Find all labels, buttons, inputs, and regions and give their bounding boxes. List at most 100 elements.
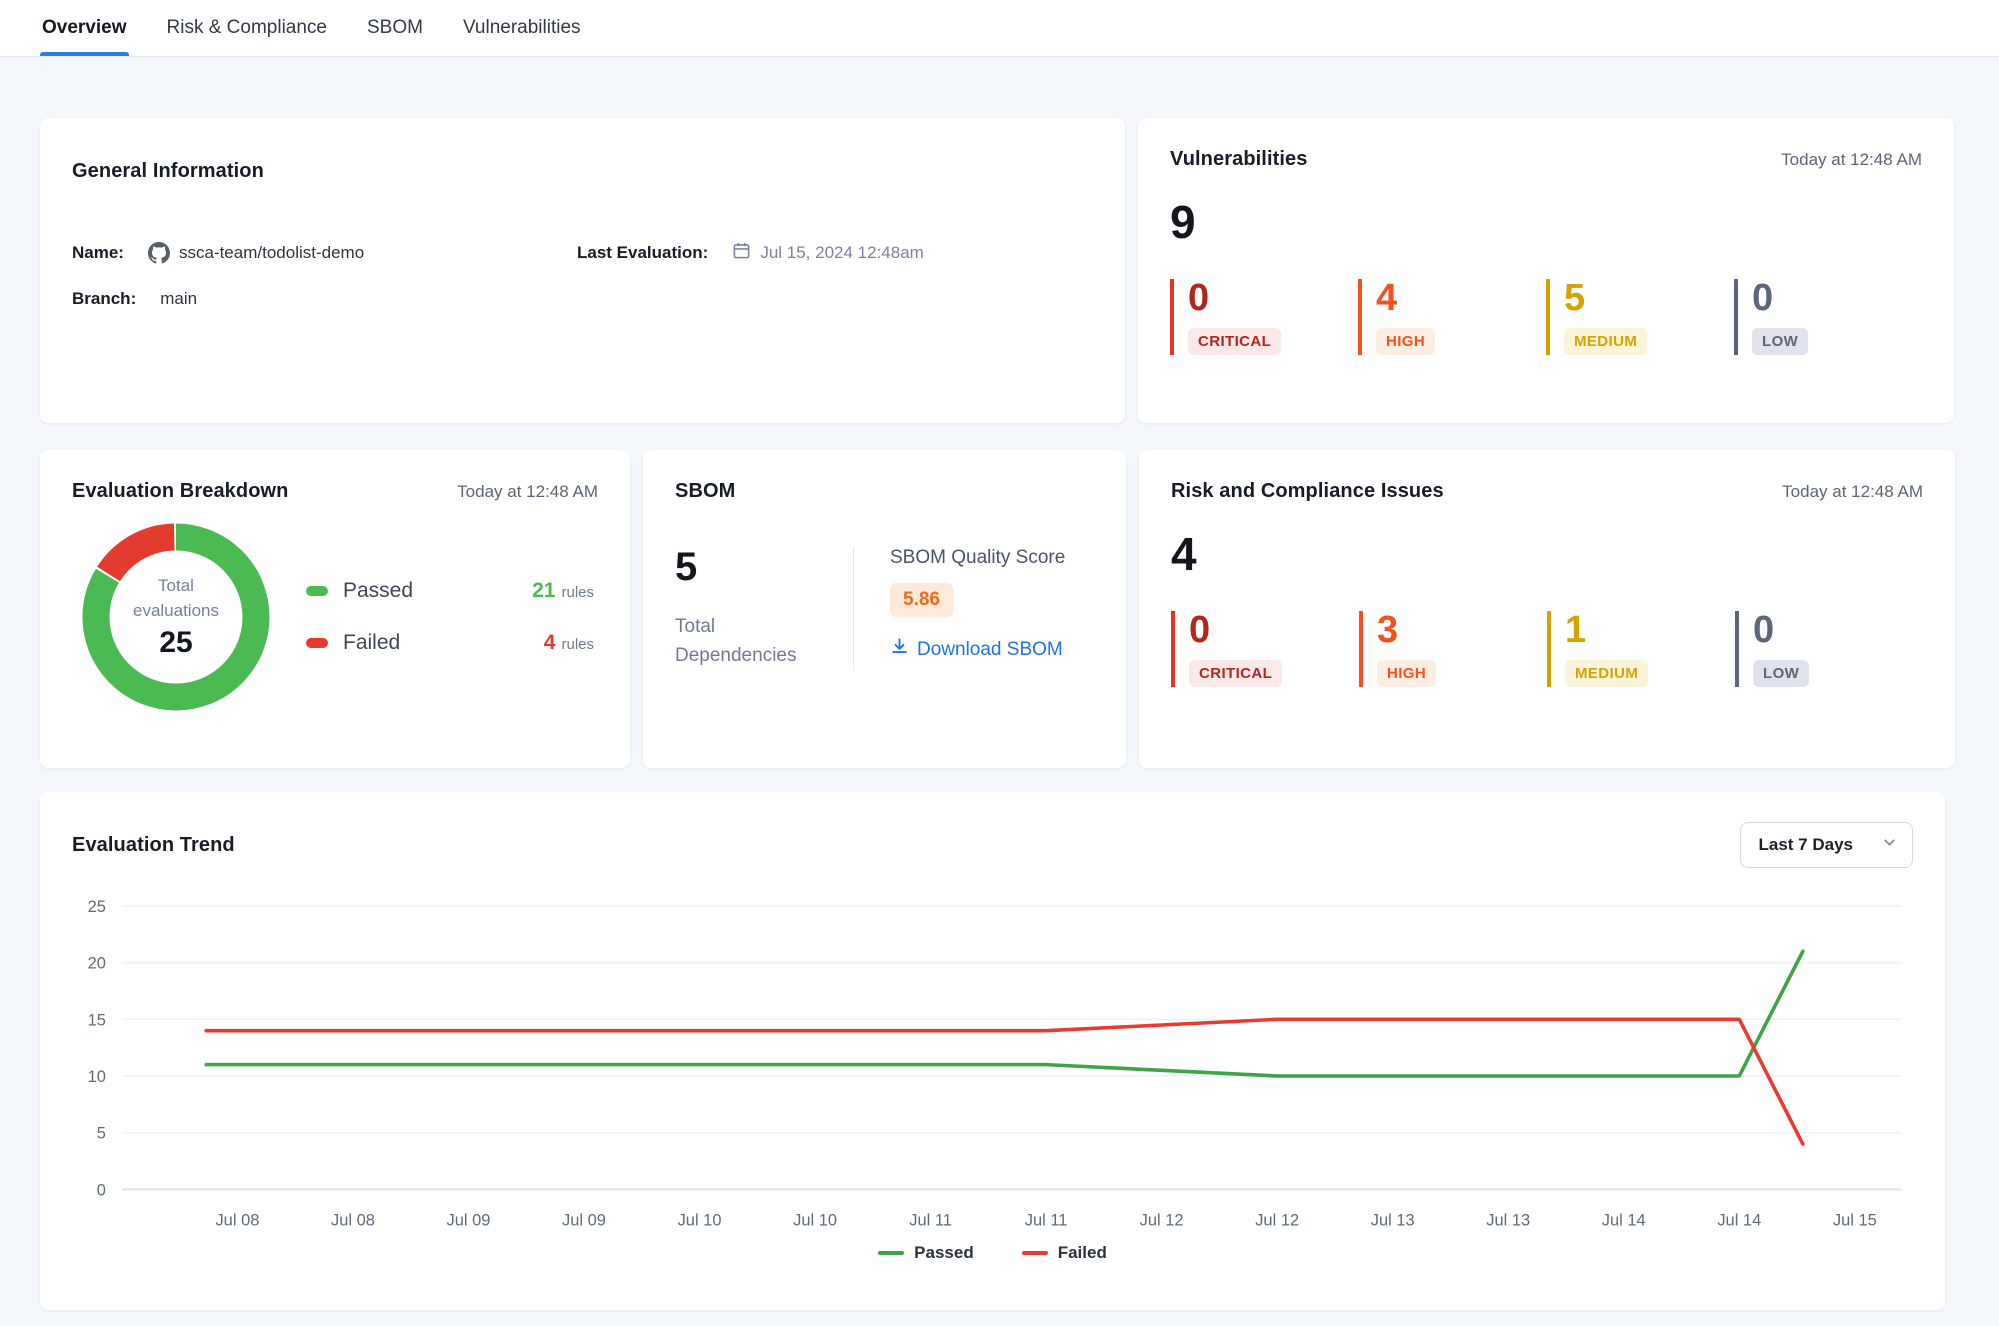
evaluations-donut-chart: Total evaluations 25 [76, 517, 276, 717]
failed-units: rules [561, 636, 594, 653]
vulnerabilities-severity-row: 0 CRITICAL 4 HIGH 5 MEDIUM 0 LOW [1170, 279, 1922, 355]
severity-badge: CRITICAL [1188, 328, 1281, 355]
legend-line-swatch [878, 1251, 904, 1255]
severity-count: 0 [1188, 279, 1358, 319]
sbom-quality-score-value: 5.86 [890, 583, 953, 617]
svg-text:Jul 11: Jul 11 [1025, 1211, 1068, 1229]
severity-item-high: 3 HIGH [1359, 611, 1547, 687]
svg-text:15: 15 [88, 1011, 106, 1029]
severity-badge: CRITICAL [1189, 660, 1282, 687]
severity-item-low: 0 LOW [1734, 279, 1922, 355]
time-range-dropdown[interactable]: Last 7 Days [1740, 822, 1914, 868]
svg-text:Jul 14: Jul 14 [1717, 1211, 1761, 1229]
branch-row: Branch: main [72, 289, 577, 309]
severity-count: 4 [1376, 279, 1546, 319]
svg-text:Jul 09: Jul 09 [562, 1211, 606, 1229]
sbom-card: SBOM 5 Total Dependencies SBOM Quality S… [643, 450, 1126, 768]
tab-vulnerabilities-label: Vulnerabilities [463, 17, 581, 39]
legend-label: Passed [914, 1243, 974, 1263]
total-dependencies-count: 5 [675, 547, 853, 587]
vulnerabilities-title: Vulnerabilities [1170, 148, 1307, 171]
risk-compliance-timestamp: Today at 12:48 AM [1782, 482, 1923, 502]
sbom-score-block: SBOM Quality Score 5.86 Download SBOM [890, 547, 1065, 670]
severity-count: 0 [1753, 611, 1923, 651]
svg-text:Jul 08: Jul 08 [331, 1211, 375, 1229]
evaluation-trend-card: Evaluation Trend Last 7 Days 0 5 10 15 20 25 J… [40, 792, 1945, 1310]
last-evaluation-text: Jul 15, 2024 12:48am [760, 243, 924, 263]
download-sbom-label: Download SBOM [917, 639, 1063, 661]
severity-count: 0 [1752, 279, 1922, 319]
legend-label: Failed [1058, 1243, 1107, 1263]
risk-compliance-title: Risk and Compliance Issues [1171, 480, 1444, 503]
trend-line-failed [206, 1019, 1803, 1144]
legend-item-passed[interactable]: Passed [878, 1243, 974, 1263]
svg-text:Jul 15: Jul 15 [1833, 1211, 1877, 1229]
severity-badge: MEDIUM [1564, 328, 1647, 355]
severity-count: 1 [1565, 611, 1735, 651]
severity-badge: MEDIUM [1565, 660, 1648, 687]
vulnerabilities-total: 9 [1170, 199, 1922, 245]
calendar-icon [732, 241, 751, 265]
dashboard-content: General Information Name: ssca-team/todo… [0, 57, 1999, 1310]
severity-count: 5 [1564, 279, 1734, 319]
branch-value: main [160, 289, 197, 309]
repo-name-text: ssca-team/todolist-demo [179, 243, 364, 263]
last-evaluation-label: Last Evaluation: [577, 243, 708, 263]
tab-bar: Overview Risk & Compliance SBOM Vulnerab… [0, 0, 1999, 57]
trend-line-passed [206, 951, 1803, 1076]
download-sbom-link[interactable]: Download SBOM [890, 637, 1065, 662]
svg-text:Jul 13: Jul 13 [1371, 1211, 1415, 1229]
risk-severity-row: 0 CRITICAL 3 HIGH 1 MEDIUM 0 LOW [1171, 611, 1923, 687]
severity-count: 3 [1377, 611, 1547, 651]
general-information-title: General Information [72, 160, 1093, 183]
sbom-quality-score-label: SBOM Quality Score [890, 547, 1065, 569]
tab-risk-compliance[interactable]: Risk & Compliance [167, 0, 328, 56]
chevron-down-icon [1881, 834, 1898, 856]
svg-text:Jul 13: Jul 13 [1486, 1211, 1530, 1229]
passed-count: 21 [532, 579, 555, 603]
repo-name-row: Name: ssca-team/todolist-demo [72, 241, 577, 265]
evaluation-breakdown-timestamp: Today at 12:48 AM [457, 482, 598, 502]
svg-text:Jul 10: Jul 10 [678, 1211, 722, 1229]
active-tab-underline [40, 52, 129, 56]
failed-swatch [306, 638, 328, 648]
svg-text:Jul 12: Jul 12 [1140, 1211, 1184, 1229]
legend-item-failed[interactable]: Failed [1022, 1243, 1107, 1263]
severity-item-low: 0 LOW [1735, 611, 1923, 687]
tab-sbom-label: SBOM [367, 17, 423, 39]
failed-count: 4 [544, 631, 556, 655]
risk-compliance-card: Risk and Compliance Issues Today at 12:4… [1139, 450, 1955, 768]
severity-badge: LOW [1753, 660, 1809, 687]
branch-label: Branch: [72, 289, 136, 309]
svg-text:Jul 10: Jul 10 [793, 1211, 837, 1229]
severity-item-medium: 5 MEDIUM [1546, 279, 1734, 355]
evaluation-breakdown-card: Evaluation Breakdown Today at 12:48 AM T… [40, 450, 630, 768]
svg-text:25: 25 [88, 898, 106, 916]
svg-text:Jul 08: Jul 08 [215, 1211, 259, 1229]
general-information-grid: Name: ssca-team/todolist-demo Last Evalu… [72, 241, 1093, 309]
severity-badge: LOW [1752, 328, 1808, 355]
svg-text:Jul 14: Jul 14 [1602, 1211, 1646, 1229]
tab-vulnerabilities[interactable]: Vulnerabilities [463, 0, 581, 56]
svg-text:Jul 09: Jul 09 [447, 1211, 491, 1229]
failed-label: Failed [343, 631, 400, 655]
download-icon [890, 637, 909, 662]
tab-sbom[interactable]: SBOM [367, 0, 423, 56]
passed-label: Passed [343, 579, 413, 603]
svg-text:10: 10 [88, 1068, 106, 1086]
svg-text:5: 5 [97, 1125, 106, 1143]
evaluation-breakdown-title: Evaluation Breakdown [72, 480, 289, 503]
evaluation-trend-chart: 0 5 10 15 20 25 Jul 08 Jul 08 Jul 09 Jul 09 Jul 10… [72, 890, 1913, 1241]
severity-badge: HIGH [1377, 660, 1436, 687]
vulnerabilities-card: Vulnerabilities Today at 12:48 AM 9 0 CR… [1138, 118, 1954, 423]
tab-overview[interactable]: Overview [42, 0, 127, 56]
evaluation-trend-title: Evaluation Trend [72, 834, 235, 857]
severity-item-critical: 0 CRITICAL [1171, 611, 1359, 687]
svg-text:20: 20 [88, 955, 106, 973]
vertical-divider [853, 547, 854, 670]
last-evaluation-row: Last Evaluation: Jul 15, 2024 12:48am [577, 241, 1093, 265]
trend-legend: Passed Failed [72, 1243, 1913, 1263]
donut-center-line1: Total [158, 574, 194, 599]
svg-text:Jul 11: Jul 11 [909, 1211, 952, 1229]
svg-text:0: 0 [97, 1181, 106, 1199]
